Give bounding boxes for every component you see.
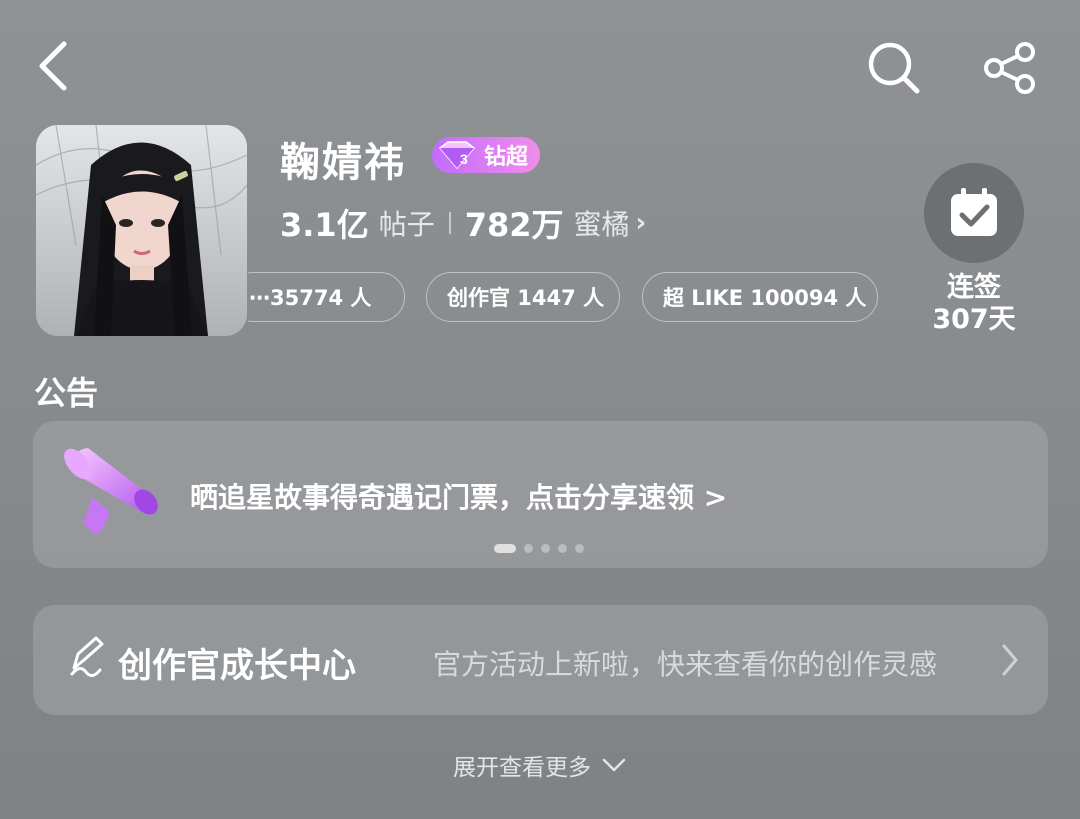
carousel-dot[interactable] [575,544,584,553]
chevron-right-icon [998,642,1022,682]
search-button[interactable] [864,38,924,98]
search-icon [868,42,920,94]
share-icon [984,42,1035,94]
megaphone-icon [62,442,162,546]
back-button[interactable] [30,38,78,94]
creator-center-subtitle: 官方活动上新啦，快来查看你的创作灵感 [433,648,938,681]
expand-more-button[interactable]: 展开查看更多 [0,748,1080,782]
chip-creators-label: 创作官 1447 人 [447,286,605,310]
calendar-check-icon [951,188,997,236]
checkin-streak: 307天 [932,304,1016,335]
checkin-label-line1: 连签 [947,272,1001,303]
chip-members-label: ⋯35774 人 [249,286,372,310]
carousel-dot[interactable] [541,544,550,553]
chevron-down-icon [602,758,626,772]
carousel-dot[interactable] [494,544,516,553]
chevron-left-icon [39,41,67,91]
avatar-portrait [36,125,247,336]
diamond-icon: 3 [438,141,476,170]
carousel-dot[interactable] [524,544,533,553]
chip-super-like-label: 超 LIKE 100094 人 [663,286,867,310]
stats-divider [448,212,451,234]
expand-more-label: 展开查看更多 [453,755,591,781]
carousel-dots [494,544,584,553]
level-badge[interactable]: 3 钻超 [432,137,541,173]
pen-signature-icon [66,634,106,686]
chip-members[interactable]: ⋯35774 人 [248,272,405,322]
posts-label: 帖子 [378,208,435,241]
posts-count: 3.1亿 [280,206,369,244]
fans-count: 782万 [464,206,564,244]
stats-row[interactable]: 3.1亿 帖子 782万 蜜橘 › [280,200,646,246]
notice-title: 公告 [34,374,99,412]
avatar[interactable] [36,125,247,336]
share-button[interactable] [980,38,1040,98]
fans-label: 蜜橘 [573,208,630,241]
creator-center-title: 创作官成长中心 [118,646,356,686]
tag-chips: ⋯35774 人 创作官 1447 人 超 LIKE 100094 人 [248,272,888,326]
profile-name: 鞠婧祎 [280,140,406,186]
checkin-label: 连签 307天 [924,272,1024,336]
badge-level: 3 [460,151,468,167]
carousel-dot[interactable] [558,544,567,553]
chip-super-like[interactable]: 超 LIKE 100094 人 [642,272,878,322]
badge-label: 钻超 [484,145,529,170]
notice-text: 晒追星故事得奇遇记门票，点击分享速领 > [190,481,728,514]
chip-creators[interactable]: 创作官 1447 人 [426,272,620,322]
chevron-right-icon: › [635,208,647,238]
checkin-button[interactable] [924,163,1024,263]
